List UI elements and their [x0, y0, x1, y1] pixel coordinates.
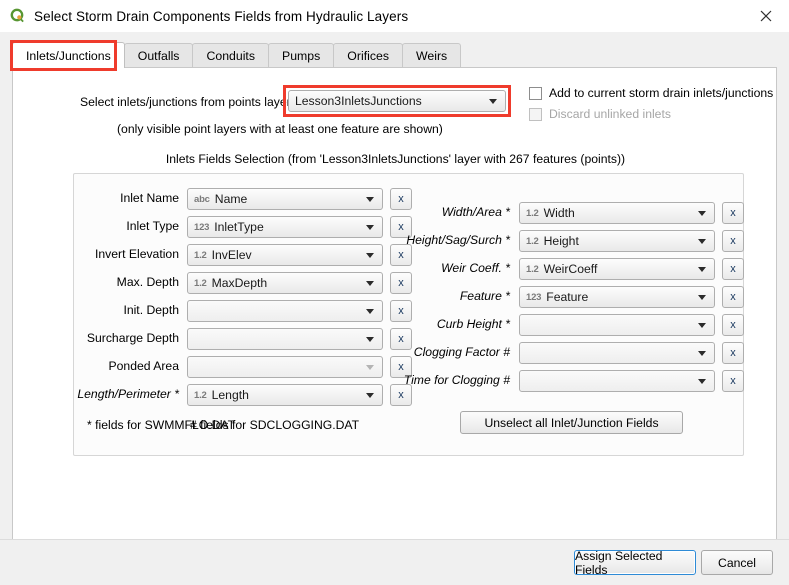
tab-label: Conduits	[206, 49, 255, 63]
window-title: Select Storm Drain Components Fields fro…	[34, 9, 408, 24]
clear-field-button[interactable]: x	[722, 230, 744, 252]
points-layer-value: Lesson3InletsJunctions	[295, 94, 422, 108]
tab-conduits[interactable]: Conduits	[192, 43, 269, 68]
tab-label: Inlets/Junctions	[26, 49, 111, 63]
field-row: Feature * 123 Feature x	[13, 286, 778, 308]
field-row: Width/Area * 1.2 Width x	[13, 202, 778, 224]
assign-selected-fields-button[interactable]: Assign Selected Fields	[574, 550, 696, 575]
chevron-down-icon	[698, 295, 706, 300]
tab-outfalls[interactable]: Outfalls	[124, 43, 194, 68]
inlets-junctions-panel: Select inlets/junctions from points laye…	[12, 67, 777, 540]
field-label: Curb Height *	[437, 317, 510, 331]
clear-field-button[interactable]: x	[722, 370, 744, 392]
chevron-down-icon	[489, 99, 497, 104]
field-value: Feature	[546, 290, 588, 304]
chevron-down-icon	[698, 379, 706, 384]
checkbox-add-label: Add to current storm drain inlets/juncti…	[549, 86, 773, 100]
tab-pumps[interactable]: Pumps	[268, 43, 334, 68]
footnote-hash: # fields for SDCLOGGING.DAT	[190, 418, 359, 432]
inlets-fields-selection-title: Inlets Fields Selection (from 'Lesson3In…	[13, 152, 778, 166]
checkbox-discard-unlinked: Discard unlinked inlets	[529, 107, 671, 121]
checkbox-discard-label: Discard unlinked inlets	[549, 107, 671, 121]
chevron-down-icon	[698, 211, 706, 216]
clear-field-button[interactable]: x	[722, 202, 744, 224]
checkbox-discard-box	[529, 108, 542, 121]
chevron-down-icon	[698, 239, 706, 244]
tab-label: Orifices	[347, 49, 389, 63]
field-type-icon: 1.2	[526, 208, 539, 219]
chevron-down-icon	[698, 323, 706, 328]
field-row: Clogging Factor # x	[13, 342, 778, 364]
chevron-down-icon	[366, 393, 374, 398]
field-row: Curb Height * x	[13, 314, 778, 336]
tab-orifices[interactable]: Orifices	[333, 43, 403, 68]
field-label: Clogging Factor #	[414, 345, 510, 359]
field-type-icon: 1.2	[526, 236, 539, 247]
field-select[interactable]	[519, 314, 715, 336]
field-select[interactable]: 1.2 Height	[519, 230, 715, 252]
field-type-icon: 123	[526, 292, 541, 303]
field-select[interactable]: 1.2 Width	[519, 202, 715, 224]
points-layer-select[interactable]: Lesson3InletsJunctions	[288, 90, 506, 112]
field-row: Height/Sag/Surch * 1.2 Height x	[13, 230, 778, 252]
chevron-down-icon	[698, 267, 706, 272]
field-label: Width/Area *	[442, 205, 510, 219]
title-bar: Select Storm Drain Components Fields fro…	[0, 0, 789, 33]
cancel-button[interactable]: Cancel	[701, 550, 773, 575]
field-row: Time for Clogging # x	[13, 370, 778, 392]
field-type-icon: 1.2	[526, 264, 539, 275]
unselect-all-fields-button[interactable]: Unselect all Inlet/Junction Fields	[460, 411, 683, 434]
chevron-down-icon	[698, 351, 706, 356]
checkbox-add-box[interactable]	[529, 87, 542, 100]
field-label: Weir Coeff. *	[441, 261, 510, 275]
tab-inlets-junctions[interactable]: Inlets/Junctions	[12, 42, 125, 68]
clear-field-button[interactable]: x	[722, 286, 744, 308]
select-layer-label: Select inlets/junctions from points laye…	[80, 95, 291, 109]
tab-weirs[interactable]: Weirs	[402, 43, 461, 68]
field-select[interactable]: 123 Feature	[519, 286, 715, 308]
checkbox-add-to-current[interactable]: Add to current storm drain inlets/juncti…	[529, 86, 773, 100]
clear-field-button[interactable]: x	[722, 314, 744, 336]
qgis-logo-icon	[8, 7, 26, 25]
field-label: Feature *	[460, 289, 510, 303]
field-value: Width	[544, 206, 575, 220]
tab-list: Inlets/Junctions Outfalls Conduits Pumps Ori…	[12, 43, 460, 68]
field-select[interactable]	[519, 370, 715, 392]
field-label: Time for Clogging #	[404, 373, 510, 387]
tab-strip: Inlets/Junctions Outfalls Conduits Pumps Ori…	[0, 32, 789, 68]
close-icon[interactable]	[743, 0, 789, 31]
field-label: Height/Sag/Surch *	[406, 233, 510, 247]
tab-label: Weirs	[416, 49, 447, 63]
dialog-button-bar: Assign Selected Fields Cancel	[0, 539, 789, 585]
layer-hint-text: (only visible point layers with at least…	[117, 122, 443, 136]
field-value: Height	[544, 234, 579, 248]
field-select[interactable]: 1.2 WeirCoeff	[519, 258, 715, 280]
tab-label: Pumps	[282, 49, 320, 63]
clear-field-button[interactable]: x	[722, 342, 744, 364]
field-value: WeirCoeff	[544, 262, 598, 276]
tab-label: Outfalls	[138, 49, 180, 63]
clear-field-button[interactable]: x	[722, 258, 744, 280]
field-select[interactable]	[519, 342, 715, 364]
field-row: Weir Coeff. * 1.2 WeirCoeff x	[13, 258, 778, 280]
